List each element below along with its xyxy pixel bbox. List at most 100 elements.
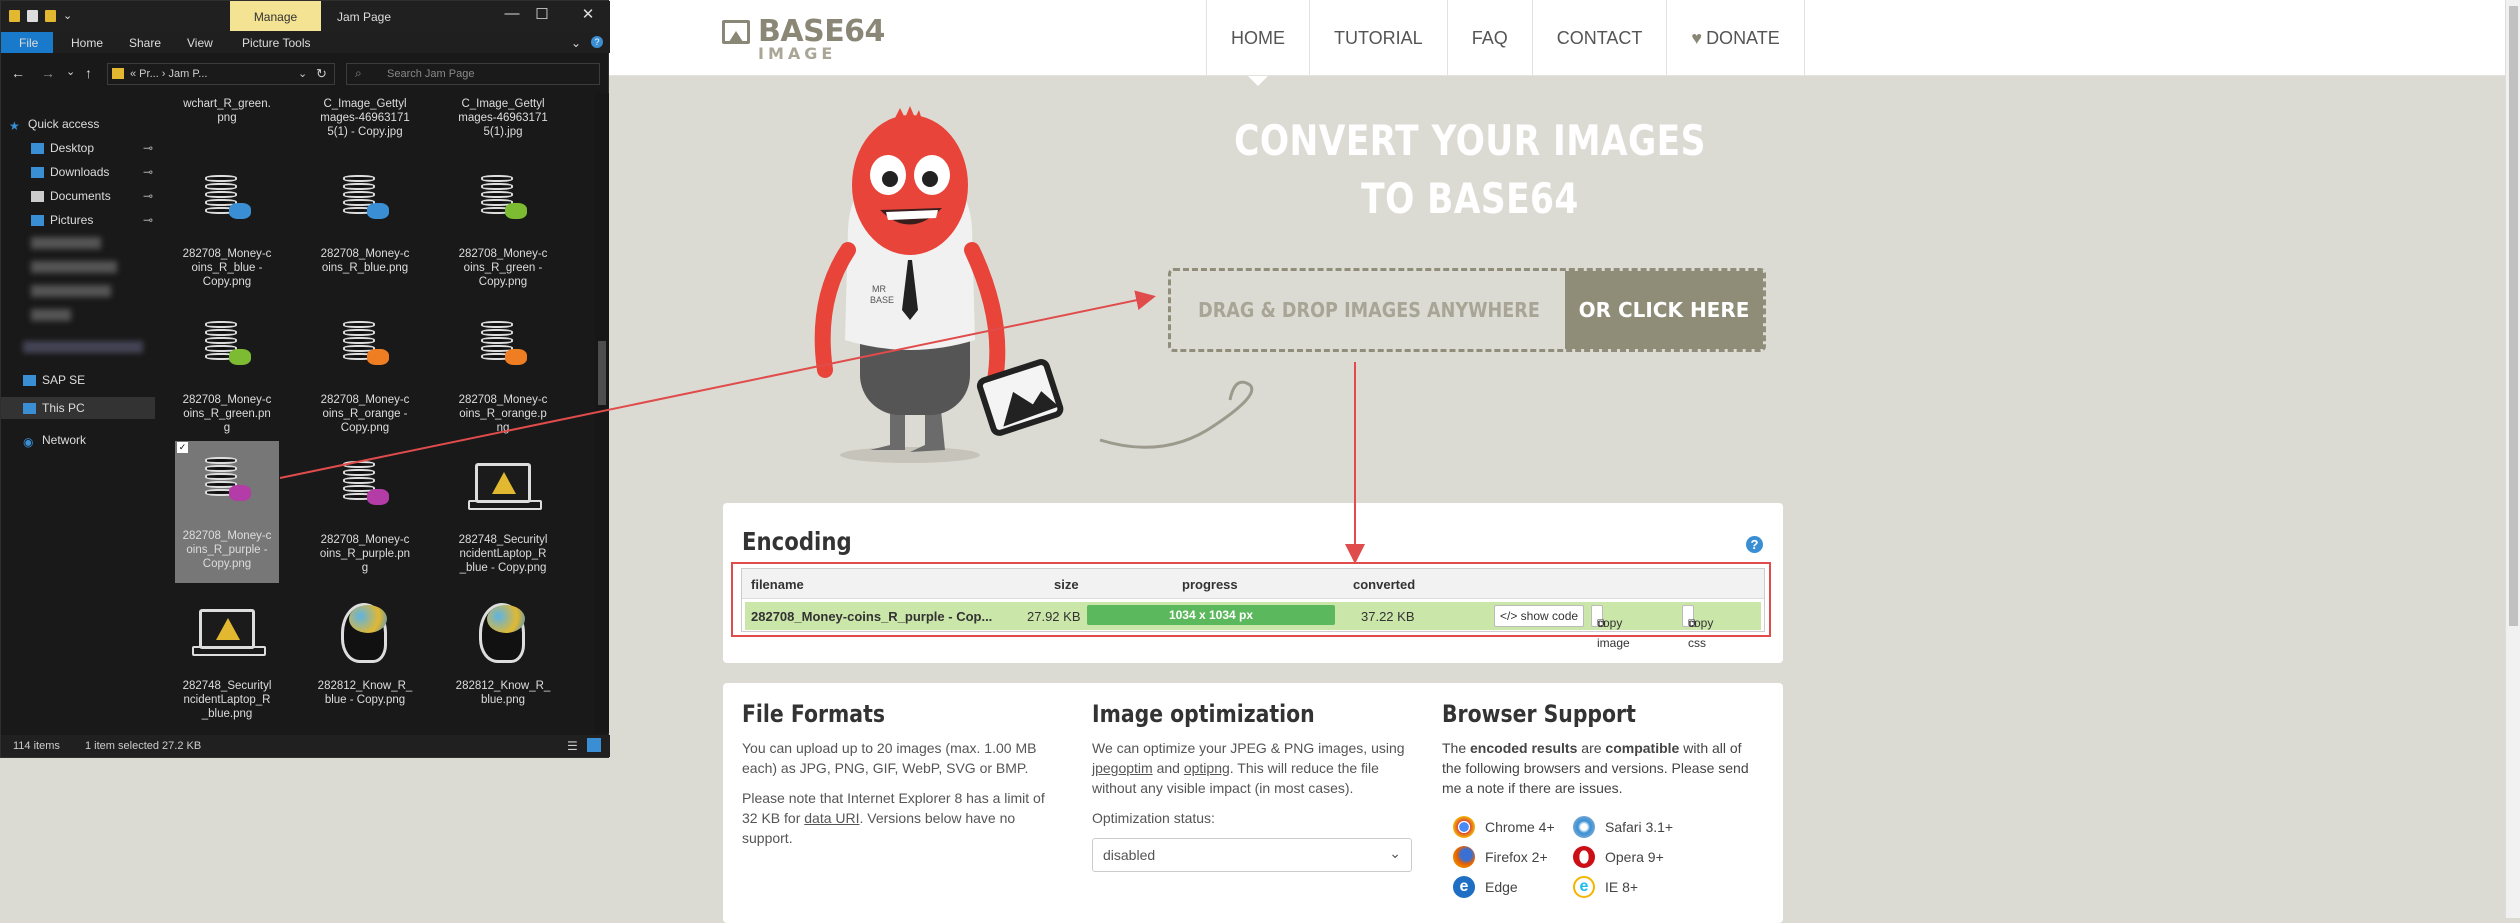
jpegoptim-link[interactable]: jpegoptim [1092,760,1153,776]
selection-info: 1 item selected 27.2 KB [85,740,202,752]
file-name: 282708_Money-c oins_R_blue - Copy.png [182,248,272,288]
nav-label: Network [42,433,87,447]
computer-icon [23,402,36,414]
file-item[interactable]: 282708_Money-c oins_R_green - Copy.png [451,159,555,289]
nav-this-pc[interactable]: This PC [1,397,155,419]
drop-zone-text[interactable]: DRAG & DROP IMAGES ANYWHERE [1194,270,1544,350]
nav-network[interactable]: ◉ Network [23,433,87,449]
large-icons-view-icon[interactable] [587,738,601,752]
help-icon[interactable]: ? [591,36,603,48]
pin-icon: ⊸ [143,165,154,179]
optimization-status-select[interactable]: disabled ⌄ [1092,838,1412,872]
file-item[interactable]: 282812_Know_R_ blue - Copy.png [313,591,417,707]
upload-click-button[interactable]: OR CLICK HERE [1565,271,1763,349]
maximize-icon[interactable]: ☐ [527,5,557,23]
minimize-icon[interactable]: — [497,5,527,22]
file-item[interactable]: 282708_Money-c oins_R_green.pn g [175,305,279,435]
network-icon: ◉ [23,434,34,449]
properties-icon[interactable] [27,10,38,22]
redacted-folder[interactable] [31,261,117,273]
laptop-thumbnail [187,595,267,675]
nav-sap-se[interactable]: SAP SE [23,373,85,387]
file-item[interactable]: 282708_Money-c oins_R_orange.p ng [451,305,555,435]
nav-faq[interactable]: FAQ [1446,0,1532,76]
file-item[interactable]: 282748_Securityl ncidentLaptop_R _blue -… [451,445,555,575]
file-item[interactable]: C_Image_Gettyl mages-46963171 5(1) - Cop… [313,97,417,139]
manage-tab[interactable]: Manage [230,1,321,31]
file-item[interactable]: 282708_Money-c oins_R_blue - Copy.png [175,159,279,289]
explorer-title-bar[interactable]: ⌄ Manage Jam Page — ☐ ✕ [1,1,610,32]
redacted-folder[interactable] [31,309,71,321]
optipng-link[interactable]: optipng [1184,760,1230,776]
ribbon-home[interactable]: Home [71,36,103,50]
nav-label: Documents [50,189,111,203]
nav-documents[interactable]: Documents ⊸ [31,189,153,203]
search-input[interactable]: ⌕ Search Jam Page [346,63,600,85]
browser-name: Safari 3.1+ [1605,819,1674,835]
close-icon[interactable]: ✕ [573,5,603,23]
nav-desktop[interactable]: Desktop ⊸ [31,141,153,155]
nav-downloads[interactable]: Downloads ⊸ [31,165,153,179]
search-icon: ⌕ [355,66,362,80]
redacted-folder[interactable] [31,285,111,297]
file-item[interactable]: C_Image_Gettyl mages-46963171 5(1).jpg [451,97,555,139]
nav-tutorial[interactable]: TUTORIAL [1309,0,1447,76]
browser-edge: e Edge [1453,876,1518,898]
file-name: 282812_Know_R_ blue.png [455,680,551,706]
nav-donate[interactable]: ♥ DONATE [1666,0,1805,76]
chevron-down-icon[interactable]: ⌄ [298,67,307,80]
browser-firefox: Firefox 2+ [1453,846,1548,868]
details-view-icon[interactable]: ☰ [567,739,578,753]
chevron-down-icon[interactable]: ⌄ [571,36,581,50]
nav-pictures[interactable]: Pictures ⊸ [31,213,153,227]
ribbon-share[interactable]: Share [129,36,161,50]
redacted-folder[interactable] [23,341,143,353]
file-item[interactable]: wchart_R_green. png [175,97,279,125]
nav-contact-label: CONTACT [1556,27,1643,48]
up-icon[interactable]: ↑ [85,65,92,81]
coins-thumbnail [187,163,267,243]
nav-contact[interactable]: CONTACT [1531,0,1667,76]
help-icon[interactable]: ? [1746,536,1763,553]
file-item[interactable]: 282748_Securityl ncidentLaptop_R _blue.p… [175,591,279,721]
nav-label: Downloads [50,165,110,179]
page-scrollbar[interactable] [2505,0,2520,918]
opt-text-mid: and [1152,760,1184,776]
ribbon-file[interactable]: File [19,36,38,50]
pin-icon: ⊸ [143,141,154,155]
new-folder-icon[interactable] [45,10,56,22]
file-scrollbar-thumb[interactable] [598,341,606,405]
file-item[interactable]: 282708_Money-c oins_R_purple.pn g [313,445,417,575]
image-optimization-title: Image optimization [1092,700,1315,728]
redacted-folder[interactable] [31,237,101,249]
pin-icon: ⊸ [143,189,154,203]
file-item-selected[interactable]: ✓ 282708_Money-c oins_R_purple - Copy.png [175,441,279,583]
file-item[interactable]: 282708_Money-c oins_R_orange - Copy.png [313,305,417,435]
page-scrollbar-thumb[interactable] [2509,6,2518,626]
nav-label: Pictures [50,213,94,227]
address-bar[interactable]: « Pr... › Jam P... ⌄ ↻ [107,63,335,85]
coins-thumbnail [463,163,543,243]
forward-icon[interactable]: → [41,65,55,81]
back-icon[interactable]: ← [11,65,25,81]
file-item[interactable]: 282708_Money-c oins_R_blue.png [313,159,417,275]
file-scrollbar[interactable] [595,93,609,733]
file-explorer-window[interactable]: ⌄ Manage Jam Page — ☐ ✕ File Home Share … [0,0,610,758]
file-item[interactable]: 282812_Know_R_ blue.png [451,591,555,707]
refresh-icon[interactable]: ↻ [316,66,327,82]
data-uri-link[interactable]: data URI [804,810,859,826]
bs-bold1: encoded results [1470,740,1578,756]
recent-chevron-icon[interactable]: ⌄ [66,65,75,78]
file-name: 282812_Know_R_ blue - Copy.png [317,680,413,706]
nav-quick-access[interactable]: ★ Quick access [9,117,99,133]
chevron-down-icon[interactable]: ⌄ [63,9,72,22]
edge-icon: e [1453,876,1475,898]
nav-home[interactable]: HOME [1206,0,1309,86]
hero-title-line1: CONVERT YOUR IMAGES [1234,116,1706,165]
logo[interactable]: BASE64 IMAGE [722,14,885,66]
ribbon-picture-tools[interactable]: Picture Tools [242,36,310,50]
coins-thumbnail [187,309,267,389]
file-name: 282748_Securityl ncidentLaptop_R _blue -… [458,534,548,574]
navigation-pane: ★ Quick access Desktop ⊸ Downloads ⊸ Docume… [1,97,156,733]
ribbon-view[interactable]: View [187,36,213,50]
